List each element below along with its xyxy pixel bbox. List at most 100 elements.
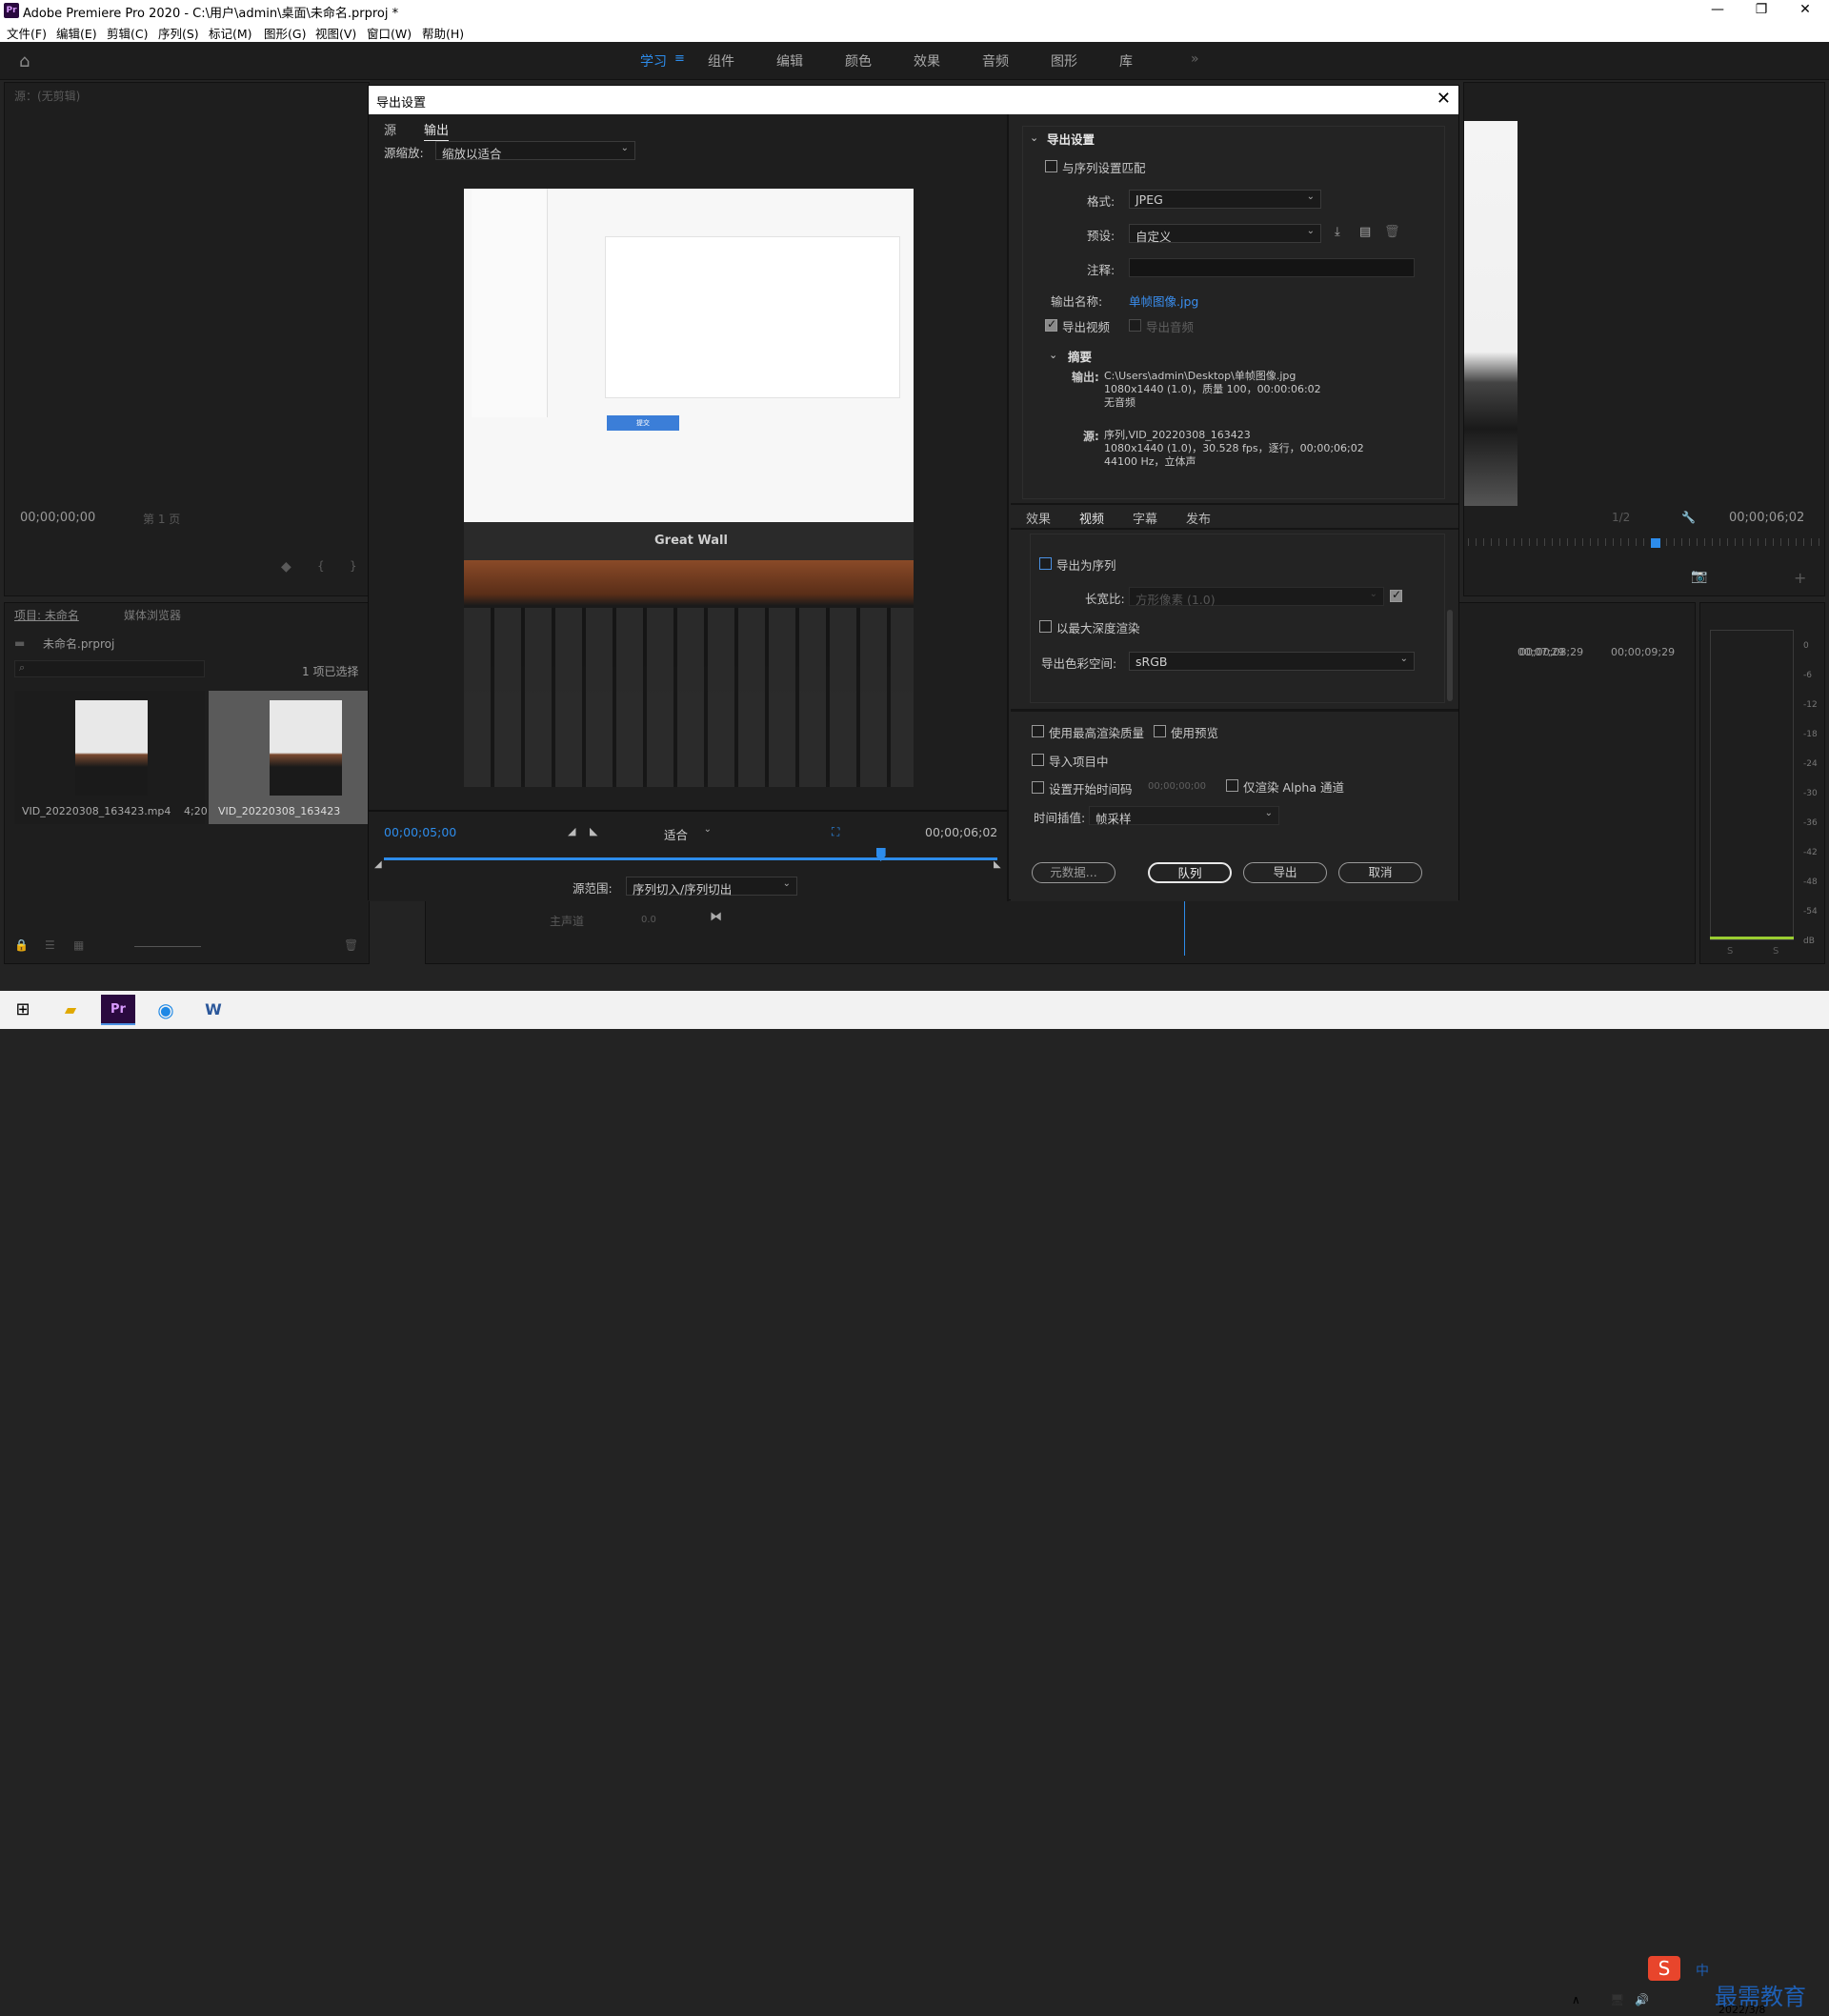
menu-edit[interactable]: 编辑(E) — [56, 24, 97, 42]
summary-chevron-icon[interactable]: ⌄ — [1049, 349, 1057, 361]
workspace-color[interactable]: 颜色 — [845, 51, 872, 71]
cancel-button[interactable]: 取消 — [1338, 862, 1422, 883]
source-timecode[interactable]: 00;00;00;00 — [20, 511, 95, 525]
alpha-only-checkbox[interactable] — [1226, 779, 1238, 792]
solo-left-button[interactable]: S — [1727, 946, 1733, 957]
settings-scrollbar[interactable] — [1447, 610, 1453, 701]
menu-help[interactable]: 帮助(H) — [422, 24, 464, 42]
add-button-icon[interactable]: + — [1794, 569, 1806, 587]
project-tab[interactable]: 项目: 未命名 — [14, 607, 79, 623]
tab-output[interactable]: 输出 — [424, 120, 450, 141]
export-button[interactable]: 导出 — [1243, 862, 1327, 883]
windows-start-icon[interactable]: ⊞ — [6, 995, 40, 1025]
list-view-icon[interactable]: ☰ — [45, 938, 55, 952]
preset-dropdown[interactable]: 自定义 ⌄ — [1129, 224, 1321, 244]
solo-right-button[interactable]: S — [1773, 946, 1779, 957]
range-end-handle[interactable]: ◣ — [994, 859, 1001, 870]
zoom-slider[interactable] — [134, 946, 201, 947]
workspace-editing[interactable]: 编辑 — [776, 51, 803, 71]
program-fraction[interactable]: 1/2 — [1612, 511, 1630, 524]
time-interp-dropdown[interactable]: 帧采样 ⌄ — [1089, 806, 1279, 826]
menu-file[interactable]: 文件(F) — [7, 24, 47, 42]
menu-window[interactable]: 窗口(W) — [367, 24, 412, 42]
project-item-sequence[interactable]: VID_20220308_163423 — [209, 691, 369, 824]
program-playhead[interactable] — [1651, 538, 1660, 548]
set-in-point-icon[interactable]: ◢ — [568, 825, 575, 837]
workspace-effects[interactable]: 效果 — [914, 51, 940, 71]
program-ruler[interactable] — [1468, 538, 1820, 546]
menu-graphics[interactable]: 图形(G) — [264, 24, 306, 42]
color-space-dropdown[interactable]: sRGB ⌄ — [1129, 652, 1415, 671]
more-workspaces-icon[interactable]: » — [1191, 51, 1199, 67]
project-search-input[interactable]: ⌕ — [14, 660, 205, 677]
dialog-close-button[interactable]: ✕ — [1437, 89, 1451, 109]
comment-input[interactable] — [1129, 258, 1415, 277]
queue-button[interactable]: 队列 — [1148, 862, 1232, 883]
menu-markers[interactable]: 标记(M) — [209, 24, 252, 42]
tray-expand-icon[interactable]: ∧ — [1572, 1993, 1580, 2006]
metadata-button[interactable]: 元数据... — [1032, 862, 1115, 883]
media-browser-tab[interactable]: 媒体浏览器 — [124, 607, 181, 623]
menu-clip[interactable]: 剪辑(C) — [107, 24, 148, 42]
fit-dropdown[interactable]: 适合 ⌄ — [658, 823, 717, 842]
minimize-button[interactable]: — — [1696, 2, 1739, 17]
export-as-sequence-checkbox[interactable] — [1039, 557, 1052, 570]
aspect-correction-icon[interactable]: ⛶ — [832, 825, 839, 839]
tab-effects[interactable]: 效果 — [1026, 509, 1051, 527]
sogou-ime-icon[interactable]: S — [1648, 1956, 1680, 1981]
close-window-button[interactable]: ✕ — [1783, 2, 1827, 17]
export-video-checkbox[interactable] — [1045, 317, 1057, 332]
wrench-icon[interactable]: 🔧 — [1681, 511, 1696, 524]
trash-icon[interactable]: 🗑 — [344, 938, 358, 952]
network-icon[interactable]: 🖥 — [1610, 1993, 1624, 2006]
marker-icon[interactable]: ◆ — [281, 559, 291, 575]
master-track-value[interactable]: 0.0 — [641, 915, 656, 925]
workspace-libraries[interactable]: 库 — [1119, 51, 1133, 71]
range-start-handle[interactable]: ◢ — [374, 859, 382, 870]
menu-view[interactable]: 视图(V) — [315, 24, 356, 42]
scrub-bar[interactable] — [384, 857, 997, 860]
collapse-chevron-icon[interactable]: ⌄ — [1030, 131, 1038, 144]
program-timecode[interactable]: 00;00;06;02 — [1729, 511, 1804, 525]
match-sequence-checkbox[interactable] — [1045, 160, 1057, 172]
save-preset-icon[interactable]: ⤓ — [1335, 225, 1340, 239]
mark-out-icon[interactable]: } — [350, 559, 357, 573]
word-icon[interactable]: W — [196, 995, 231, 1025]
maximize-button[interactable]: ❐ — [1739, 2, 1783, 17]
max-quality-checkbox[interactable] — [1032, 725, 1044, 737]
source-page-dropdown[interactable]: 第 1 页 — [143, 511, 180, 527]
start-timecode-checkbox[interactable] — [1032, 781, 1044, 794]
export-audio-checkbox[interactable] — [1129, 319, 1141, 332]
tab-captions[interactable]: 字幕 — [1133, 509, 1157, 527]
import-preset-icon[interactable]: ▤ — [1359, 225, 1371, 239]
menu-sequence[interactable]: 序列(S) — [158, 24, 199, 42]
source-range-dropdown[interactable]: 序列切入/序列切出 ⌄ — [626, 877, 797, 897]
export-frame-icon[interactable]: 📷 — [1691, 569, 1707, 584]
home-icon[interactable]: ⌂ — [19, 51, 30, 71]
mark-in-icon[interactable]: { — [317, 559, 325, 573]
delete-preset-icon[interactable]: 🗑 — [1384, 225, 1400, 239]
premiere-taskbar-icon[interactable]: Pr — [101, 995, 135, 1025]
track-end-icon[interactable]: ⧓ — [710, 910, 722, 924]
use-preview-checkbox[interactable] — [1154, 725, 1166, 737]
set-out-point-icon[interactable]: ◣ — [590, 825, 597, 837]
edge-browser-icon[interactable]: ◉ — [149, 995, 183, 1025]
project-item-clip[interactable]: VID_20220308_163423.mp4 4;20 — [14, 691, 208, 824]
workspace-assembly[interactable]: 组件 — [708, 51, 734, 71]
max-depth-checkbox[interactable] — [1039, 620, 1052, 633]
import-project-checkbox[interactable] — [1032, 754, 1044, 766]
aspect-lock-checkbox[interactable] — [1390, 588, 1402, 602]
current-timecode[interactable]: 00;00;05;00 — [384, 825, 456, 839]
format-dropdown[interactable]: JPEG ⌄ — [1129, 190, 1321, 209]
file-explorer-icon[interactable]: ▰ — [53, 995, 88, 1025]
workspace-menu-icon[interactable]: ≡ — [674, 51, 685, 66]
tab-source[interactable]: 源 — [384, 120, 396, 138]
lock-icon[interactable]: 🔒 — [14, 938, 29, 952]
output-name-link[interactable]: 单帧图像.jpg — [1129, 292, 1198, 310]
tab-video[interactable]: 视频 — [1079, 509, 1105, 530]
source-scaling-dropdown[interactable]: 缩放以适合 ⌄ — [435, 141, 635, 161]
aspect-dropdown[interactable]: 方形像素 (1.0) ⌄ — [1129, 587, 1384, 607]
workspace-audio[interactable]: 音频 — [982, 51, 1009, 71]
volume-icon[interactable]: 🔊 — [1635, 1993, 1649, 2006]
ime-language-indicator[interactable]: 中 — [1696, 1961, 1709, 1980]
